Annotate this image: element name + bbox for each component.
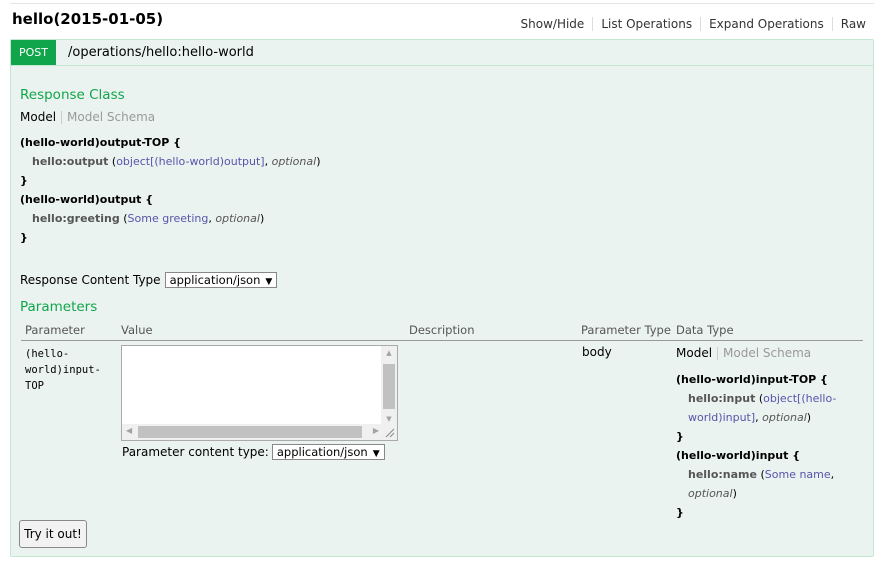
- signature-property: hello:greeting (Some greeting, optional): [32, 212, 265, 225]
- parameters-heading: Parameters: [20, 299, 98, 315]
- vertical-scroll-thumb[interactable]: [383, 364, 395, 409]
- horizontal-scrollbar[interactable]: ◀ ▶: [122, 424, 383, 440]
- parameter-name: (hello- world)input- TOP: [25, 346, 113, 394]
- parameter-name-line: TOP: [25, 380, 44, 392]
- response-model-signature: (hello-world)output-TOP { hello:output (…: [20, 133, 440, 247]
- parameter-model-tabs: Model Model Schema: [676, 346, 811, 360]
- parameter-content-type-select[interactable]: application/json ▼: [271, 444, 385, 460]
- column-parameter: Parameter: [25, 323, 85, 337]
- resize-grip-icon[interactable]: [381, 424, 397, 440]
- scroll-up-arrow-icon[interactable]: ▲: [381, 349, 397, 357]
- select-value: application/json: [276, 445, 368, 459]
- property-name: hello:greeting: [32, 212, 120, 225]
- signature-line: }: [676, 506, 684, 519]
- property-optional: optional: [688, 487, 733, 500]
- property-optional: optional: [271, 155, 317, 168]
- operation-panel: POST /operations/hello:hello-world Respo…: [10, 39, 874, 557]
- response-class-heading: Response Class: [20, 87, 125, 103]
- signature-line: }: [676, 430, 684, 443]
- signature-line: }: [20, 174, 28, 187]
- signature-line: (hello-world)input {: [676, 449, 801, 462]
- parameter-model-schema-tab[interactable]: Model Schema: [723, 346, 811, 360]
- show-hide-link[interactable]: Show/Hide: [513, 17, 593, 31]
- property-optional: optional: [762, 411, 807, 424]
- down-triangle-icon: ▼: [372, 449, 380, 459]
- resource-title[interactable]: hello(2015-01-05): [12, 10, 163, 28]
- list-operations-link[interactable]: List Operations: [593, 17, 700, 31]
- property-name: hello:output: [32, 155, 109, 168]
- raw-link[interactable]: Raw: [833, 17, 866, 31]
- expand-operations-link[interactable]: Expand Operations: [701, 17, 832, 31]
- column-parameter-type: Parameter Type: [581, 323, 671, 337]
- parameter-name-line: world)input-: [25, 364, 101, 376]
- scroll-down-arrow-icon[interactable]: ▼: [381, 415, 397, 423]
- resource-operations: Show/Hide List Operations Expand Operati…: [513, 17, 866, 31]
- signature-property: hello:output (object[(hello-world)output…: [32, 155, 321, 168]
- parameters-table-header: Parameter Value Description Parameter Ty…: [21, 321, 863, 341]
- signature-line: }: [20, 231, 28, 244]
- parameter-model-signature: (hello-world)input-TOP { hello:input (ob…: [676, 370, 856, 522]
- property-name: hello:input: [688, 392, 756, 405]
- property-optional: optional: [215, 212, 260, 225]
- property-type: Some name: [764, 468, 831, 481]
- tab-divider: [717, 346, 719, 360]
- property-name: hello:name: [688, 468, 757, 481]
- signature-line: (hello-world)input-TOP {: [676, 373, 828, 386]
- signature-property: hello:name (Some name, optional): [688, 468, 835, 500]
- parameter-value-textarea[interactable]: ▲ ▼ ◀ ▶: [121, 345, 398, 441]
- horizontal-scroll-thumb[interactable]: [138, 426, 362, 438]
- select-value: application/json: [169, 273, 261, 287]
- response-model-tab[interactable]: Model: [20, 110, 56, 124]
- property-type: Some greeting: [127, 212, 209, 225]
- signature-property: hello:input (object[(hello-world)input],…: [688, 392, 837, 424]
- parameter-model-tab[interactable]: Model: [676, 346, 712, 360]
- scroll-right-arrow-icon[interactable]: ▶: [373, 426, 379, 435]
- operation-path[interactable]: /operations/hello:hello-world: [68, 45, 254, 60]
- down-triangle-icon: ▼: [265, 277, 273, 287]
- try-it-out-button[interactable]: Try it out!: [19, 520, 87, 548]
- response-model-schema-tab[interactable]: Model Schema: [67, 110, 155, 124]
- signature-line: (hello-world)output {: [20, 193, 154, 206]
- signature-line: (hello-world)output-TOP {: [20, 136, 181, 149]
- response-model-tabs: Model Model Schema: [20, 110, 155, 124]
- top-divider: [10, 3, 874, 4]
- response-content-type-label: Response Content Type: [20, 273, 161, 287]
- tab-divider: [61, 110, 63, 124]
- parameter-content-type-label: Parameter content type:: [122, 445, 269, 459]
- operation-heading[interactable]: POST /operations/hello:hello-world: [11, 40, 873, 66]
- parameter-name-line: (hello-: [25, 348, 70, 360]
- response-content-type: Response Content Type application/json ▼: [20, 272, 278, 288]
- scroll-left-arrow-icon[interactable]: ◀: [126, 426, 132, 435]
- column-value: Value: [121, 323, 153, 337]
- column-description: Description: [409, 323, 475, 337]
- property-type: object[(hello-world)output]: [116, 155, 265, 168]
- parameter-type-value: body: [582, 345, 612, 359]
- column-data-type: Data Type: [676, 323, 734, 337]
- response-content-type-select[interactable]: application/json ▼: [164, 272, 278, 288]
- vertical-scrollbar[interactable]: ▲ ▼: [381, 346, 397, 426]
- parameter-content-type: Parameter content type: application/json…: [122, 444, 385, 460]
- http-method-badge[interactable]: POST: [11, 40, 56, 65]
